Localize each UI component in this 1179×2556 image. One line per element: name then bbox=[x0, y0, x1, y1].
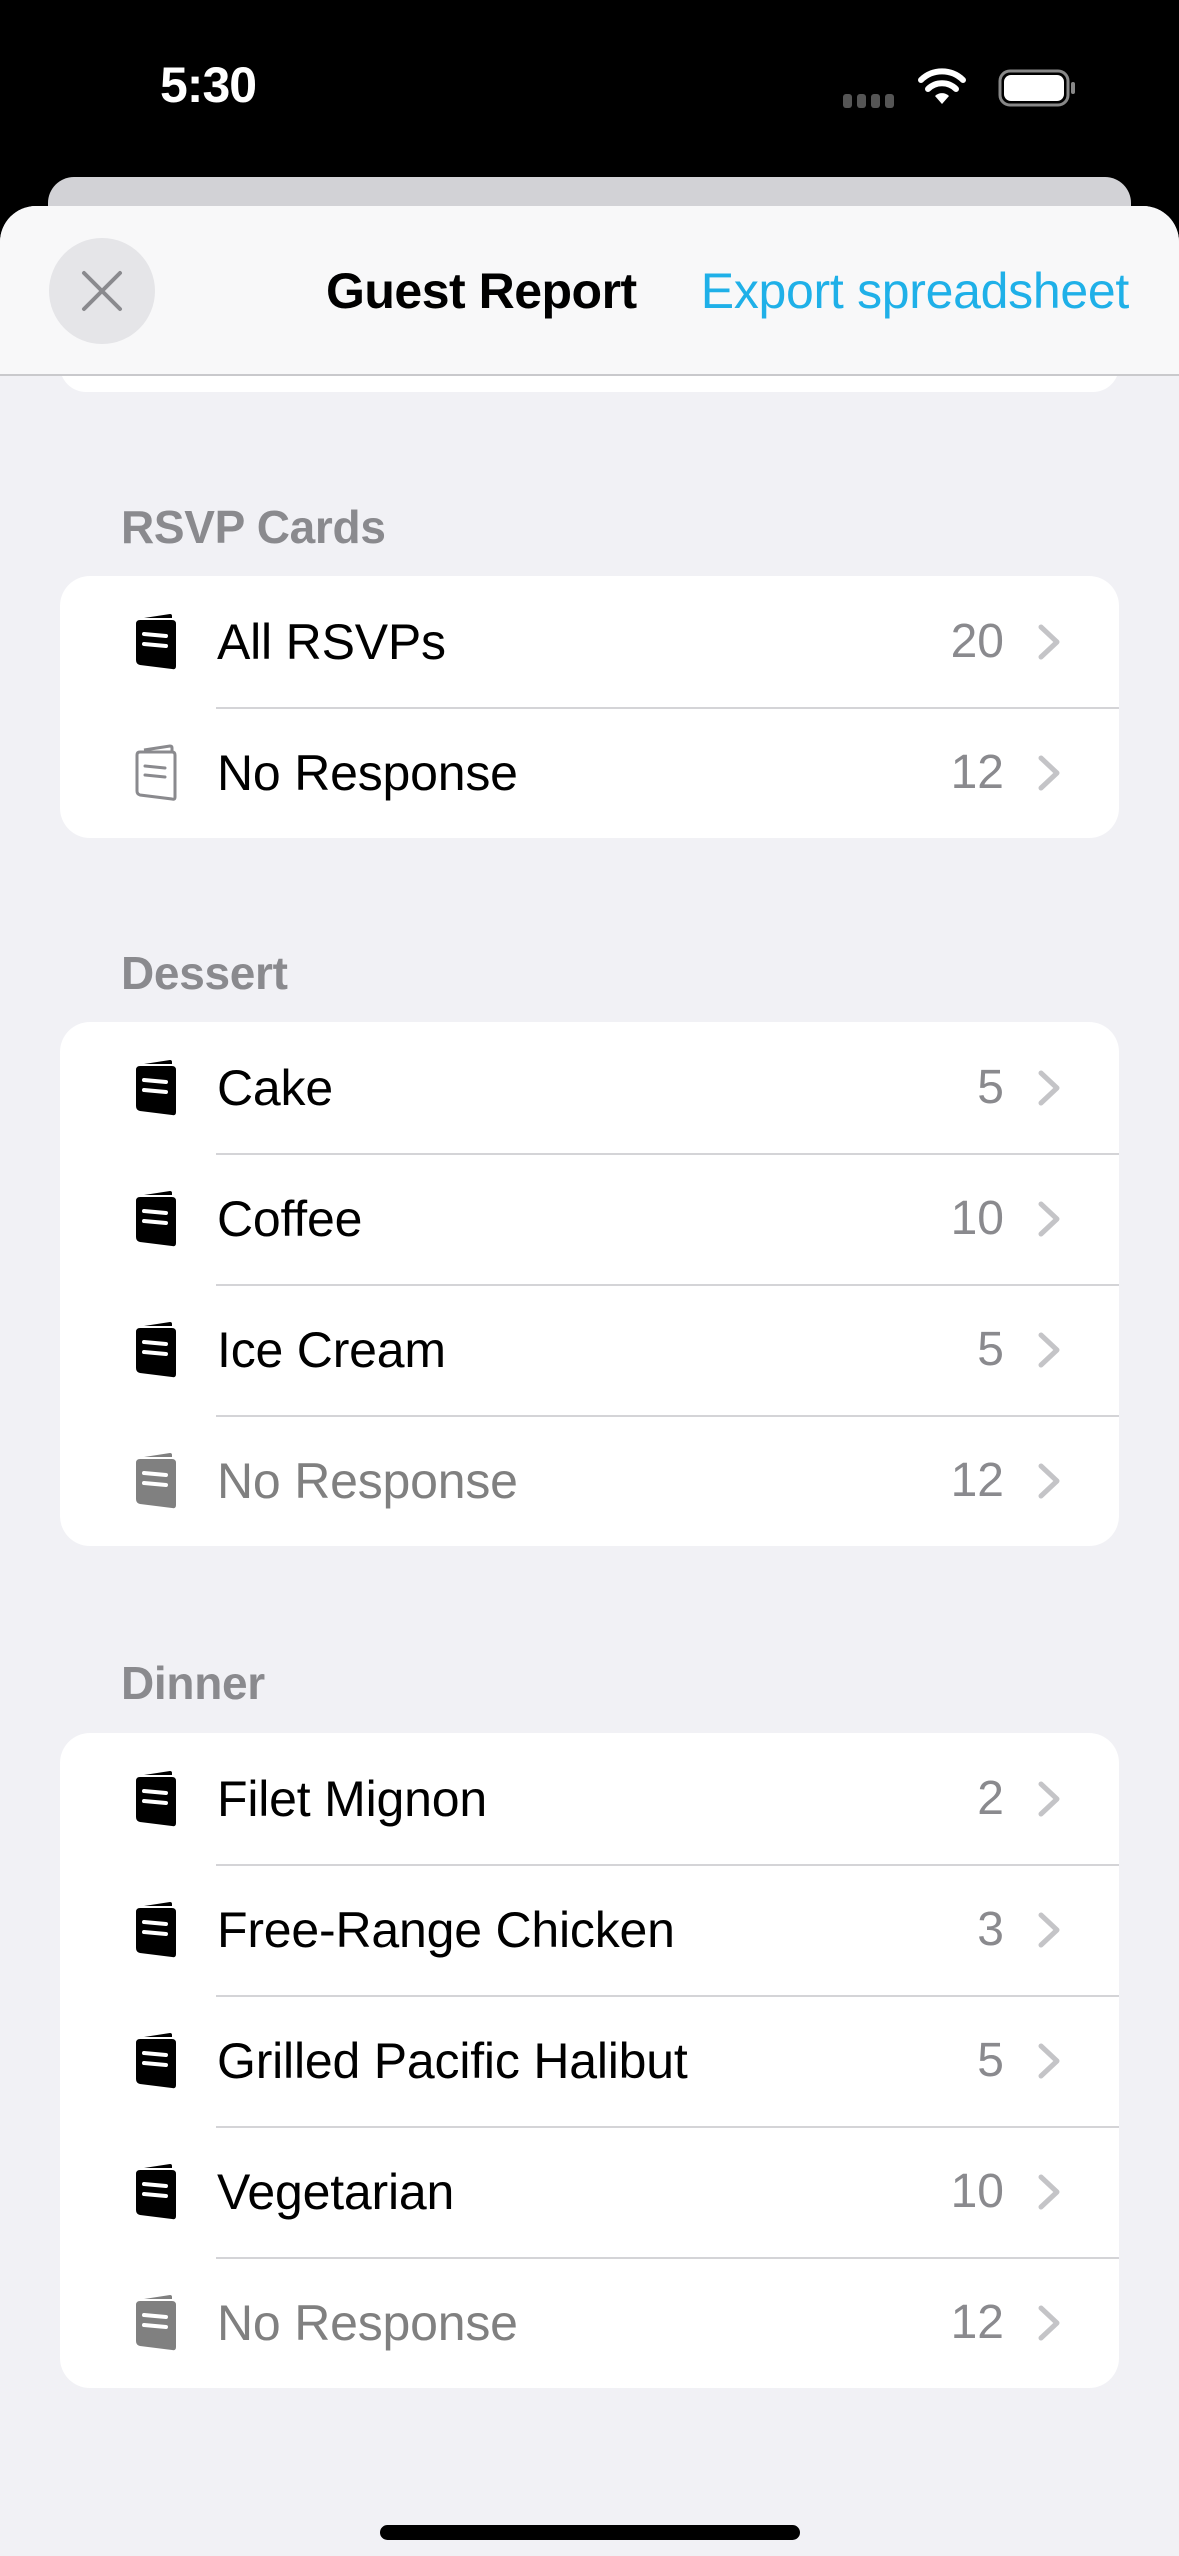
page-title: Guest Report bbox=[326, 263, 637, 319]
row-count: 12 bbox=[950, 1454, 1004, 1507]
home-indicator[interactable] bbox=[380, 2525, 800, 2540]
nav-bar: Guest Report Export spreadsheet bbox=[0, 206, 1179, 376]
row-label: All RSVPs bbox=[217, 613, 446, 670]
wifi-icon bbox=[918, 68, 966, 104]
status-bar: 5:30 bbox=[0, 0, 1179, 170]
list-item-cake[interactable]: Cake 5 bbox=[60, 1022, 1119, 1153]
close-button[interactable] bbox=[49, 238, 155, 344]
list-item-ice-cream[interactable]: Ice Cream 5 bbox=[60, 1284, 1119, 1415]
chevron-right-icon bbox=[1038, 755, 1060, 791]
chevron-right-icon bbox=[1038, 1912, 1060, 1948]
battery-icon bbox=[998, 69, 1075, 107]
row-label: Coffee bbox=[217, 1190, 363, 1247]
chevron-right-icon bbox=[1038, 2305, 1060, 2341]
card-filled-icon bbox=[136, 1060, 176, 1116]
dinner-list: Filet Mignon 2 Free-Range Chicken 3 Gril… bbox=[60, 1733, 1119, 2388]
export-spreadsheet-button[interactable]: Export spreadsheet bbox=[701, 262, 1130, 320]
row-label: Cake bbox=[217, 1059, 333, 1116]
list-item-vegetarian[interactable]: Vegetarian 10 bbox=[60, 2126, 1119, 2257]
row-label: Vegetarian bbox=[217, 2163, 455, 2220]
close-icon bbox=[82, 271, 122, 311]
chevron-right-icon bbox=[1038, 2043, 1060, 2079]
rsvp-cards-list: All RSVPs 20 No Response 12 bbox=[60, 576, 1119, 838]
row-count: 5 bbox=[977, 2034, 1004, 2087]
row-label: Filet Mignon bbox=[217, 1770, 487, 1827]
list-item-coffee[interactable]: Coffee 10 bbox=[60, 1153, 1119, 1284]
chevron-right-icon bbox=[1038, 2174, 1060, 2210]
chevron-right-icon bbox=[1038, 1070, 1060, 1106]
list-item-no-response[interactable]: No Response 12 bbox=[60, 2257, 1119, 2388]
card-outline-icon bbox=[135, 744, 177, 801]
dessert-list: Cake 5 Coffee 10 Ice Cream 5 No Response… bbox=[60, 1022, 1119, 1546]
list-item-no-response[interactable]: No Response 12 bbox=[60, 1415, 1119, 1546]
chevron-right-icon bbox=[1038, 624, 1060, 660]
card-filled-gray-icon bbox=[136, 1453, 176, 1509]
card-filled-icon bbox=[136, 2164, 176, 2220]
row-count: 12 bbox=[950, 2296, 1004, 2349]
list-item-filet-mignon[interactable]: Filet Mignon 2 bbox=[60, 1733, 1119, 1864]
row-label: Free-Range Chicken bbox=[217, 1901, 675, 1958]
section-header: Dinner bbox=[121, 1657, 265, 1709]
row-count: 5 bbox=[977, 1061, 1004, 1114]
chevron-right-icon bbox=[1038, 1781, 1060, 1817]
row-count: 12 bbox=[950, 746, 1004, 799]
list-item-grilled-pacific-halibut[interactable]: Grilled Pacific Halibut 5 bbox=[60, 1995, 1119, 2126]
row-label: No Response bbox=[217, 2294, 518, 2351]
list-item-free-range-chicken[interactable]: Free-Range Chicken 3 bbox=[60, 1864, 1119, 1995]
card-filled-icon bbox=[136, 1322, 176, 1378]
signal-dots-icon bbox=[843, 94, 894, 108]
chevron-right-icon bbox=[1038, 1201, 1060, 1237]
row-label: No Response bbox=[217, 1452, 518, 1509]
row-count: 10 bbox=[950, 2165, 1004, 2218]
card-filled-gray-icon bbox=[136, 2295, 176, 2351]
section-header: Dessert bbox=[121, 947, 288, 999]
card-filled-icon bbox=[136, 1191, 176, 1247]
card-filled-icon bbox=[136, 1902, 176, 1958]
card-filled-icon bbox=[136, 614, 176, 670]
row-count: 3 bbox=[977, 1903, 1004, 1956]
section-header: RSVP Cards bbox=[121, 501, 386, 553]
card-filled-icon bbox=[136, 2033, 176, 2089]
chevron-right-icon bbox=[1038, 1463, 1060, 1499]
row-label: Ice Cream bbox=[217, 1321, 446, 1378]
row-count: 20 bbox=[950, 615, 1004, 668]
list-item-no-response[interactable]: No Response 12 bbox=[60, 707, 1119, 838]
chevron-right-icon bbox=[1038, 1332, 1060, 1368]
status-time: 5:30 bbox=[160, 57, 257, 113]
row-count: 2 bbox=[977, 1772, 1004, 1825]
list-item-all-rsvps[interactable]: All RSVPs 20 bbox=[60, 576, 1119, 707]
row-count: 5 bbox=[977, 1323, 1004, 1376]
guest-report-sheet: Guest Report Export spreadsheet RSVP Car… bbox=[0, 206, 1179, 2556]
row-count: 10 bbox=[950, 1192, 1004, 1245]
card-filled-icon bbox=[136, 1771, 176, 1827]
row-label: Grilled Pacific Halibut bbox=[217, 2032, 688, 2089]
row-label: No Response bbox=[217, 744, 518, 801]
